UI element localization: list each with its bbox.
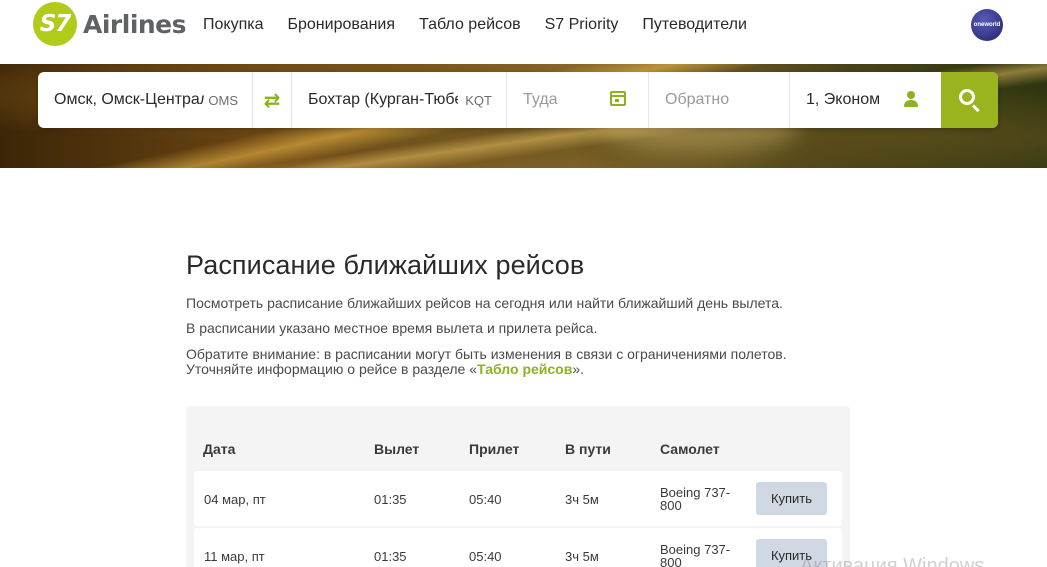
user-icon bbox=[903, 91, 919, 107]
nav-item-flight-board[interactable]: Табло рейсов bbox=[419, 16, 521, 34]
origin-field[interactable]: Омск, Омск-Центральный OMS bbox=[38, 72, 253, 128]
row-depart: 01:35 bbox=[374, 549, 407, 564]
restrictions-note-suffix: ». bbox=[572, 361, 585, 377]
header-date: Дата bbox=[203, 441, 236, 457]
local-time-note: В расписании указано местное время вылет… bbox=[186, 320, 598, 336]
logo-mark-text: S7 bbox=[39, 11, 72, 37]
site-header: S7 Airlines Покупка Бронирования Табло р… bbox=[0, 0, 1047, 64]
logo-text: Airlines bbox=[83, 9, 187, 39]
hero-banner: Омск, Омск-Центральный OMS ⇄ Бохтар (Кур… bbox=[0, 64, 1047, 168]
calendar-icon bbox=[610, 91, 626, 106]
s7-logo-mark: S7 bbox=[33, 2, 77, 46]
nav-item-guides[interactable]: Путеводители bbox=[642, 16, 746, 34]
origin-code: OMS bbox=[208, 93, 238, 108]
depart-date-field[interactable]: Туда bbox=[507, 72, 649, 128]
header-depart: Вылет bbox=[374, 441, 420, 457]
row-depart: 01:35 bbox=[374, 492, 407, 507]
page-title: Расписание ближайших рейсов bbox=[186, 250, 585, 280]
windows-activation-watermark: Активация Windows bbox=[800, 555, 985, 567]
oneworld-logo[interactable]: oneworld bbox=[971, 9, 1003, 41]
buy-button[interactable]: Купить bbox=[756, 482, 827, 515]
nav-item-s7-priority[interactable]: S7 Priority bbox=[545, 16, 619, 34]
swap-button[interactable]: ⇄ bbox=[253, 72, 292, 128]
restrictions-note: Обратите внимание: в расписании могут бы… bbox=[186, 347, 787, 377]
schedule-section: Расписание ближайших рейсов Посмотреть р… bbox=[186, 250, 850, 567]
intro-text: Посмотреть расписание ближайших рейсов н… bbox=[186, 295, 783, 311]
table-row: 11 мар, пт 01:35 05:40 3ч 5м Boeing 737-… bbox=[194, 528, 842, 567]
header-plane: Самолет bbox=[660, 441, 720, 457]
row-arrive: 05:40 bbox=[469, 492, 502, 507]
row-date: 11 мар, пт bbox=[204, 549, 265, 564]
nav-item-purchase[interactable]: Покупка bbox=[203, 16, 264, 34]
swap-icon: ⇄ bbox=[263, 89, 281, 112]
row-date: 04 мар, пт bbox=[204, 492, 266, 507]
nav-item-bookings[interactable]: Бронирования bbox=[288, 16, 396, 34]
row-arrive: 05:40 bbox=[469, 549, 502, 564]
search-button[interactable] bbox=[941, 72, 998, 128]
table-row: 04 мар, пт 01:35 05:40 3ч 5м Boeing 737-… bbox=[194, 471, 842, 526]
passengers-field[interactable]: 1, Эконом bbox=[790, 72, 941, 128]
search-icon bbox=[958, 89, 981, 113]
return-date-placeholder: Обратно bbox=[665, 91, 730, 108]
oneworld-text: oneworld bbox=[973, 22, 1001, 28]
row-duration: 3ч 5м bbox=[565, 549, 599, 564]
depart-date-placeholder: Туда bbox=[523, 91, 558, 108]
flight-board-link[interactable]: Табло рейсов bbox=[477, 361, 572, 377]
restrictions-note-line1: Обратите внимание: в расписании могут бы… bbox=[186, 346, 787, 362]
schedule-table: Дата Вылет Прилет В пути Самолет 04 мар,… bbox=[186, 406, 850, 567]
header-arrive: Прилет bbox=[469, 441, 520, 457]
restrictions-note-prefix: Уточняйте информацию о рейсе в разделе « bbox=[186, 361, 477, 377]
s7-logo[interactable]: S7 Airlines bbox=[33, 2, 187, 46]
passengers-value: 1, Эконом bbox=[806, 91, 881, 108]
destination-field[interactable]: Бохтар (Курган-Тюбе) KQT bbox=[292, 72, 507, 128]
header-duration: В пути bbox=[565, 441, 611, 457]
main-nav: Покупка Бронирования Табло рейсов S7 Pri… bbox=[203, 16, 771, 34]
row-plane: Boeing 737-800 bbox=[660, 542, 731, 567]
row-plane: Boeing 737-800 bbox=[660, 485, 731, 513]
row-duration: 3ч 5м bbox=[565, 492, 599, 507]
flight-search-form: Омск, Омск-Центральный OMS ⇄ Бохтар (Кур… bbox=[38, 72, 998, 128]
destination-code: KQT bbox=[465, 93, 492, 108]
return-date-field[interactable]: Обратно bbox=[649, 72, 790, 128]
origin-city: Омск, Омск-Центральный bbox=[54, 91, 204, 108]
destination-city: Бохтар (Курган-Тюбе) bbox=[308, 91, 458, 108]
